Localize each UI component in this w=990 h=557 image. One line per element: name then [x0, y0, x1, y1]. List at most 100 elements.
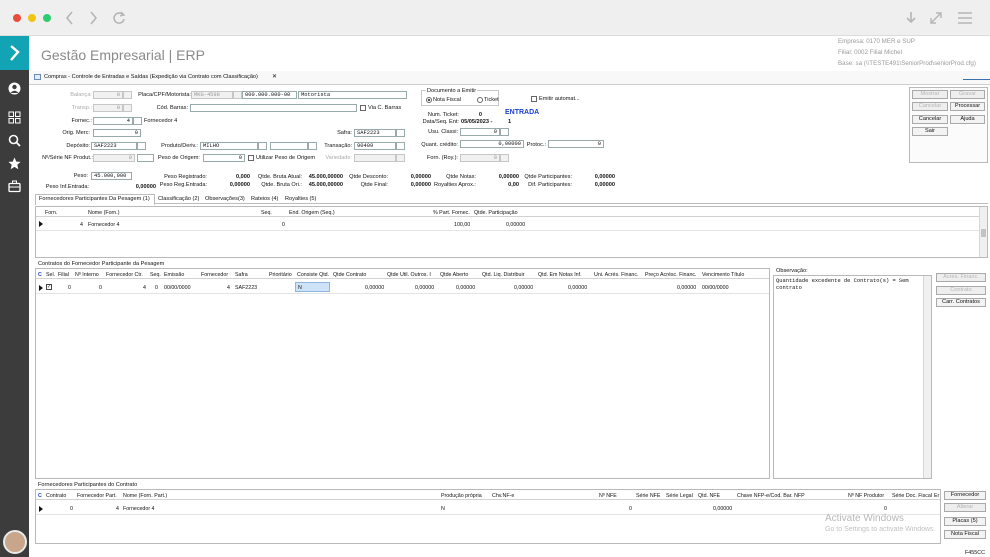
- menu-icon[interactable]: [958, 12, 972, 24]
- sair-button[interactable]: Sair: [912, 127, 948, 136]
- refresh-icon[interactable]: [112, 11, 126, 25]
- transp-input[interactable]: 0: [93, 104, 123, 112]
- cell-part[interactable]: 100,00: [454, 222, 470, 228]
- cell-qtde-aberto[interactable]: 0,00000: [456, 285, 475, 291]
- transacao-search-icon[interactable]: [396, 142, 405, 150]
- balanca-input[interactable]: 0: [93, 91, 123, 99]
- obs-scrollbar[interactable]: [923, 276, 931, 478]
- cell-preco-acres[interactable]: 0,00000: [677, 285, 696, 291]
- cell-qtde[interactable]: 0,00000: [506, 222, 525, 228]
- cell-filial[interactable]: 0: [68, 285, 71, 291]
- tab-fornecedores-participantes[interactable]: Fornecedores Participantes Da Pesagem (1…: [39, 196, 150, 202]
- cell-safra[interactable]: SAF2223: [235, 285, 257, 291]
- derivacao-input[interactable]: [270, 142, 308, 150]
- cpf-input[interactable]: 000.000.000-00: [242, 91, 297, 99]
- transacao-input[interactable]: 90409: [354, 142, 396, 150]
- alterar-button[interactable]: Alterar: [944, 503, 986, 512]
- fornec-input[interactable]: 4: [93, 117, 133, 125]
- cell-seq[interactable]: 0: [282, 222, 285, 228]
- search-icon[interactable]: [8, 134, 21, 147]
- maximize-window-dot[interactable]: [43, 14, 51, 22]
- cell-fornecedor-ctr[interactable]: 4: [143, 285, 146, 291]
- acres-financ-button[interactable]: Acres. Financ.: [936, 273, 986, 282]
- protoc-input[interactable]: 0: [548, 140, 604, 148]
- deposito-search-icon[interactable]: [137, 142, 146, 150]
- fornecedor-button[interactable]: Fornecedor: [944, 491, 986, 500]
- cancelar-top-button[interactable]: Cancelar: [912, 102, 948, 111]
- cell-qtd-notas[interactable]: 0,00000: [568, 285, 587, 291]
- cell-n-interno[interactable]: 0: [99, 285, 102, 291]
- orig-merc-input[interactable]: 0: [93, 129, 141, 137]
- contrato-button[interactable]: Contrato: [936, 286, 986, 295]
- grid1-scroll-thumb[interactable]: [981, 229, 986, 237]
- fornec-search-icon[interactable]: [133, 117, 142, 125]
- cell-emissao[interactable]: 00/00/0000: [164, 285, 191, 291]
- cell-n-nfe[interactable]: 0: [629, 506, 632, 512]
- cell-forn[interactable]: 4: [80, 222, 83, 228]
- ticket-radio[interactable]: [477, 97, 483, 103]
- produto-search-icon[interactable]: [258, 142, 267, 150]
- processar-button[interactable]: Processar: [950, 102, 985, 111]
- variedade-input[interactable]: [354, 154, 396, 162]
- balanca-search-icon[interactable]: [123, 91, 132, 99]
- cell-fornecedor[interactable]: 4: [227, 285, 230, 291]
- usu-class-search-icon[interactable]: [500, 128, 509, 136]
- placa-input[interactable]: MKG-4598: [191, 91, 233, 99]
- mostrar-button[interactable]: Mostrar: [912, 90, 948, 99]
- download-icon[interactable]: [905, 11, 917, 25]
- tab-classificacao[interactable]: Classificação (2): [158, 196, 199, 202]
- emitir-auto-checkbox[interactable]: [531, 96, 537, 102]
- cell-nome[interactable]: Fornecedor 4: [88, 222, 120, 228]
- safra-input[interactable]: SAF2223: [354, 129, 396, 137]
- nota-fiscal-button[interactable]: Nota Fiscal: [944, 530, 986, 539]
- gravar-button[interactable]: Gravar: [950, 90, 985, 99]
- cell-fornecedor-part[interactable]: 4: [116, 506, 119, 512]
- forward-icon[interactable]: [88, 11, 98, 25]
- close-window-dot[interactable]: [13, 14, 21, 22]
- back-icon[interactable]: [65, 11, 75, 25]
- forn-roy-search-icon[interactable]: [500, 154, 509, 162]
- peso-origem-input[interactable]: 0: [203, 154, 245, 162]
- forn-roy-input[interactable]: 0: [460, 154, 500, 162]
- via-barras-checkbox[interactable]: [360, 105, 366, 111]
- user-icon[interactable]: [8, 82, 21, 95]
- grid1-scrollbar[interactable]: [979, 207, 987, 257]
- tab-royalties[interactable]: Royalties (5): [285, 196, 316, 202]
- minimize-window-dot[interactable]: [28, 14, 36, 22]
- placa-search-icon[interactable]: [233, 91, 242, 99]
- senior-logo[interactable]: [0, 36, 29, 70]
- tab-observacoes[interactable]: Observações(3): [205, 196, 245, 202]
- nota-fiscal-radio[interactable]: [426, 97, 432, 103]
- cell-qtd-liq[interactable]: 0,00000: [514, 285, 533, 291]
- cell-producao-propria[interactable]: N: [441, 506, 445, 512]
- placas-button[interactable]: Placas (5): [944, 517, 986, 526]
- peso-input[interactable]: 45.000,000: [91, 172, 132, 180]
- cell-nome-forn-part[interactable]: Fornecedor 4: [123, 506, 155, 512]
- produto-input[interactable]: MILHO: [200, 142, 258, 150]
- cell-nf-produtor[interactable]: 0: [884, 506, 887, 512]
- sel-checkbox[interactable]: ✓: [46, 284, 52, 290]
- transp-search-icon[interactable]: [123, 104, 132, 112]
- cancelar-button[interactable]: Cancelar: [912, 115, 948, 124]
- briefcase-icon[interactable]: [8, 180, 21, 193]
- deposito-input[interactable]: SAF2223: [91, 142, 137, 150]
- tab-compras[interactable]: Compras - Controle de Entradas e Saídas …: [44, 74, 258, 80]
- star-icon[interactable]: [8, 157, 21, 170]
- tab-rateios[interactable]: Rateios (4): [251, 196, 278, 202]
- cell-seq[interactable]: 0: [155, 285, 158, 291]
- tab-close-icon[interactable]: ✕: [272, 73, 277, 80]
- cell-qtde-contrato[interactable]: 0,00000: [365, 285, 384, 291]
- cell-vencimento[interactable]: 00/00/0000: [702, 285, 729, 291]
- apps-grid-icon[interactable]: [8, 111, 21, 124]
- usu-class-input[interactable]: 0: [460, 128, 500, 136]
- nserie-input[interactable]: 0: [93, 154, 135, 162]
- cell-contrato[interactable]: 0: [70, 506, 73, 512]
- cell-qtde-util[interactable]: 0,00000: [415, 285, 434, 291]
- serie-input[interactable]: [137, 154, 154, 162]
- avatar[interactable]: [3, 530, 27, 554]
- motorista-input[interactable]: Motorista: [298, 91, 407, 99]
- observacao-box[interactable]: Quantidade excedente de Contrato(s) = Se…: [773, 275, 932, 479]
- quant-credito-input[interactable]: 0,00000: [460, 140, 524, 148]
- safra-search-icon[interactable]: [396, 129, 405, 137]
- cod-barras-input[interactable]: [190, 104, 357, 112]
